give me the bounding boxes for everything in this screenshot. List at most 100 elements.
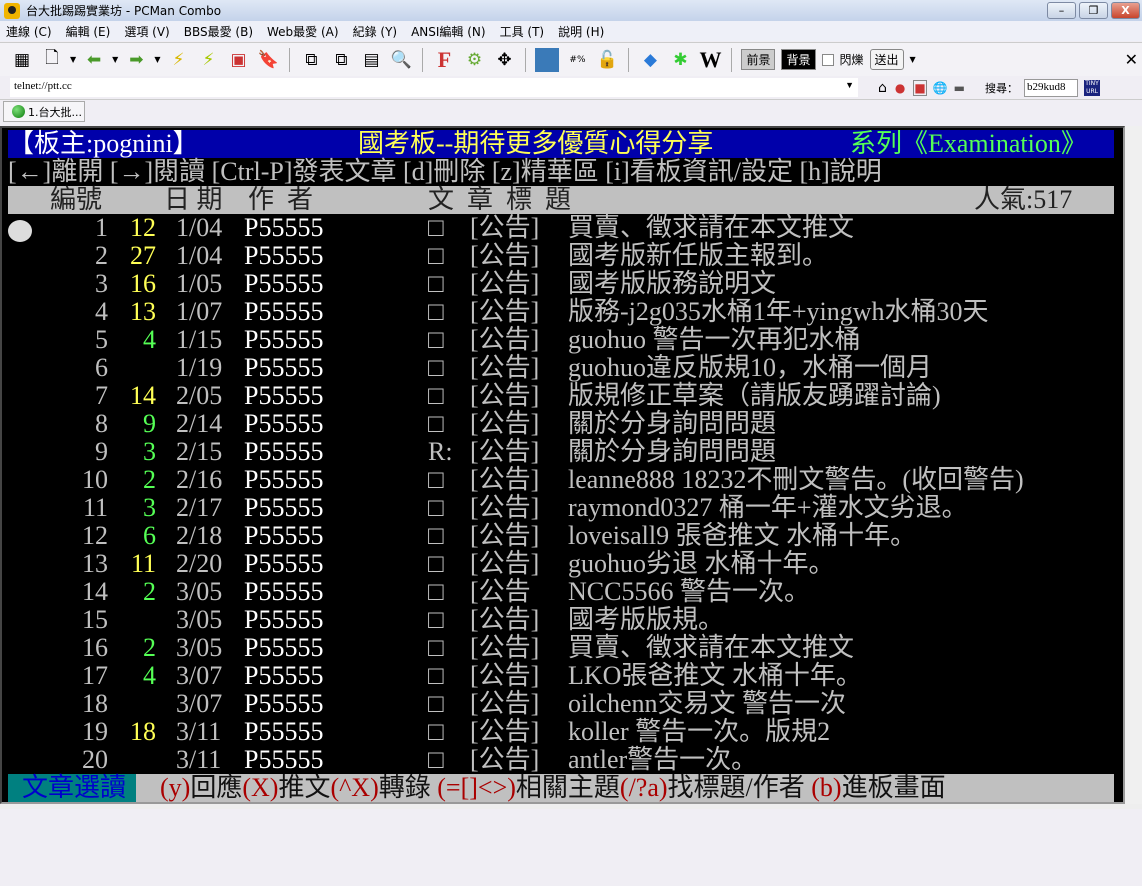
font-icon[interactable]: F [432,47,456,72]
minimize-button[interactable]: – [1047,2,1076,19]
menu-help[interactable]: 說明 (H) [558,23,604,40]
article-row[interactable]: 2 27 1/04 P55555 □ [公告] 國考版新任版主報到。 [8,242,1114,270]
address-input[interactable]: telnet://ptt.cc ▼ [10,78,858,97]
footer-command: 回應 [190,773,243,802]
article-date: 2/14 [176,409,223,438]
copy-icon[interactable]: ⧉ [299,48,323,72]
paste-icon[interactable]: ⧉ [329,48,353,72]
background-button[interactable]: 背景 [781,49,816,70]
article-date: 1/04 [176,241,223,270]
menu-bar: 連線 (C) 編輯 (E) 選項 (V) BBS最愛 (B) Web最愛 (A)… [0,21,1142,41]
article-title: 國考版版規。 [568,605,725,634]
article-date: 2/20 [176,549,223,578]
article-row[interactable]: 18 3/07 P55555 □ [公告] oilchenn交易文 警告一次 [8,690,1114,718]
footer-command: 找標題/作者 [667,773,812,802]
search-input[interactable]: b29kud8 [1024,78,1079,97]
ansi-icon[interactable]: ● [895,81,905,95]
footer-commands: (y)回應(X)推文(^X)轉錄 (=[]<>)相關主題(/?a)找標題/作者 … [160,774,946,802]
address-dropdown-icon[interactable]: ▼ [845,80,854,90]
close-button[interactable]: X [1111,2,1140,19]
article-row[interactable]: 17 4 3/07 P55555 □ [公告] LKO張爸推文 水桶十年。 [8,662,1114,690]
copy-ansi-icon[interactable]: ▤ [359,48,383,72]
menu-web-favorites[interactable]: Web最愛 (A) [267,23,339,40]
search-view-icon[interactable]: 🔍 [389,48,413,72]
status-bar [0,804,1142,809]
article-tag: [公告] [470,661,540,690]
article-row[interactable]: 9 3 2/15 P55555 R: [公告] 關於分身詢問問題 [8,438,1114,466]
cursor-indicator [8,220,32,242]
forward-arrow-icon[interactable]: ➡ [124,48,148,72]
home-icon[interactable]: ⌂ [878,80,887,96]
app-logo-icon [4,2,20,19]
article-row[interactable]: 7 14 2/05 P55555 □ [公告] 版規修正草案（請版友踴躍討論) [8,382,1114,410]
close-connection-icon[interactable]: ▣ [226,48,250,72]
flower-icon[interactable]: ✱ [668,48,692,72]
globe-icon[interactable]: 🌐 [933,81,948,95]
article-row[interactable]: 10 2 2/16 P55555 □ [公告] leanne888 18232不刪文警告。(… [8,466,1114,494]
article-author: P55555 [244,325,324,354]
lock-icon[interactable]: 🔓 [595,48,619,72]
footer-key: (X) [242,773,279,802]
fullscreen-icon[interactable]: ✥ [492,48,516,72]
article-author: P55555 [244,549,324,578]
pcman-home-icon[interactable]: ◆ [638,48,662,72]
article-row[interactable]: 14 2 3/05 P55555 □ [公告 NCC5566 警告一次。 [8,578,1114,606]
ansi-view-icon[interactable]: ■ [913,79,927,96]
article-tag: [公告] [470,437,540,466]
article-mark: R: [428,437,453,466]
article-row[interactable]: 12 6 2/18 P55555 □ [公告] loveisall9 張爸推文 水桶十年。 [8,522,1114,550]
push-count: 9 [143,409,156,438]
tinyurl-button[interactable]: TINY URL [1084,79,1101,96]
terminal-icon[interactable]: ▬ [954,81,965,95]
article-row[interactable]: 19 18 3/11 P55555 □ [公告] koller 警告一次。版規2 [8,718,1114,746]
scrollbar[interactable] [1125,126,1142,804]
back-arrow-icon[interactable]: ⬅ [82,48,106,72]
article-tag: [公告] [470,353,540,382]
article-date: 2/17 [176,493,223,522]
menu-edit[interactable]: 編輯 (E) [66,23,111,40]
menu-log[interactable]: 紀錄 (Y) [353,23,398,40]
article-tag: [公告] [470,465,540,494]
article-date: 3/05 [176,577,223,606]
article-row[interactable]: 5 4 1/15 P55555 □ [公告] guohuo 警告一次再犯水桶 [8,326,1114,354]
screen-icon[interactable] [535,47,560,72]
footer-key: (b) [811,773,842,802]
article-row[interactable]: 8 9 2/14 P55555 □ [公告] 關於分身詢問問題 [8,410,1114,438]
restore-button[interactable]: ❐ [1079,2,1108,19]
close-toolbar-icon[interactable]: ✕ [1125,50,1138,69]
reconnect-icon[interactable]: ⚡ [196,48,220,72]
menu-options[interactable]: 選項 (V) [124,23,169,40]
article-row[interactable]: 6 1/19 P55555 □ [公告] guohuo違反版規10，水桶一個月 [8,354,1114,382]
article-mark: □ [428,409,444,438]
push-count: 11 [130,549,156,578]
menu-ansi-edit[interactable]: ANSI編輯 (N) [411,23,486,40]
tab-connection-1[interactable]: 1.台大批... [3,101,85,122]
foreground-button[interactable]: 前景 [741,49,776,70]
menu-bbs-favorites[interactable]: BBS最愛 (B) [184,23,253,40]
settings-gear-icon[interactable]: ⚙ [462,48,486,72]
article-row[interactable]: 13 11 2/20 P55555 □ [公告] guohuo劣退 水桶十年。 [8,550,1114,578]
wikipedia-icon[interactable]: W [698,47,722,72]
article-author: P55555 [244,241,324,270]
article-row[interactable]: 3 16 1/05 P55555 □ [公告] 國考版版務說明文 [8,270,1114,298]
article-row[interactable]: 4 13 1/07 P55555 □ [公告] 版務-j2g035水桶1年+yingwh水桶… [8,298,1114,326]
article-author: P55555 [244,269,324,298]
terminal-screen[interactable]: 【板主:pognini】 國考板--期待更多優質心得分享 系列《Examinat… [0,126,1125,804]
send-dropdown-icon[interactable]: ▼ [910,55,916,64]
site-list-icon[interactable]: ▦ [10,48,34,72]
article-date: 2/16 [176,465,223,494]
new-connection-icon[interactable]: 🗋 [40,48,64,72]
article-row[interactable]: 20 3/11 P55555 □ [公告] antler警告一次。 [8,746,1114,774]
emoticon-icon[interactable]: #% [565,48,589,72]
article-row[interactable]: 16 2 3/05 P55555 □ [公告] 買賣、徵求請在本文推文 [8,634,1114,662]
disconnect-icon[interactable]: ⚡ [166,48,190,72]
send-button[interactable]: 送出 [869,49,904,70]
menu-connection[interactable]: 連線 (C) [6,23,52,40]
add-bookmark-icon[interactable]: 🔖 [256,48,280,72]
article-row[interactable]: 15 3/05 P55555 □ [公告] 國考版版規。 [8,606,1114,634]
article-row[interactable]: 1 12 1/04 P55555 □ [公告] 買賣、徵求請在本文推文 [8,214,1114,242]
blink-checkbox[interactable] [821,53,834,66]
article-tag: [公告] [470,549,540,578]
menu-tools[interactable]: 工具 (T) [500,23,545,40]
article-row[interactable]: 11 3 2/17 P55555 □ [公告] raymond0327 桶一年+灌水文劣退。 [8,494,1114,522]
